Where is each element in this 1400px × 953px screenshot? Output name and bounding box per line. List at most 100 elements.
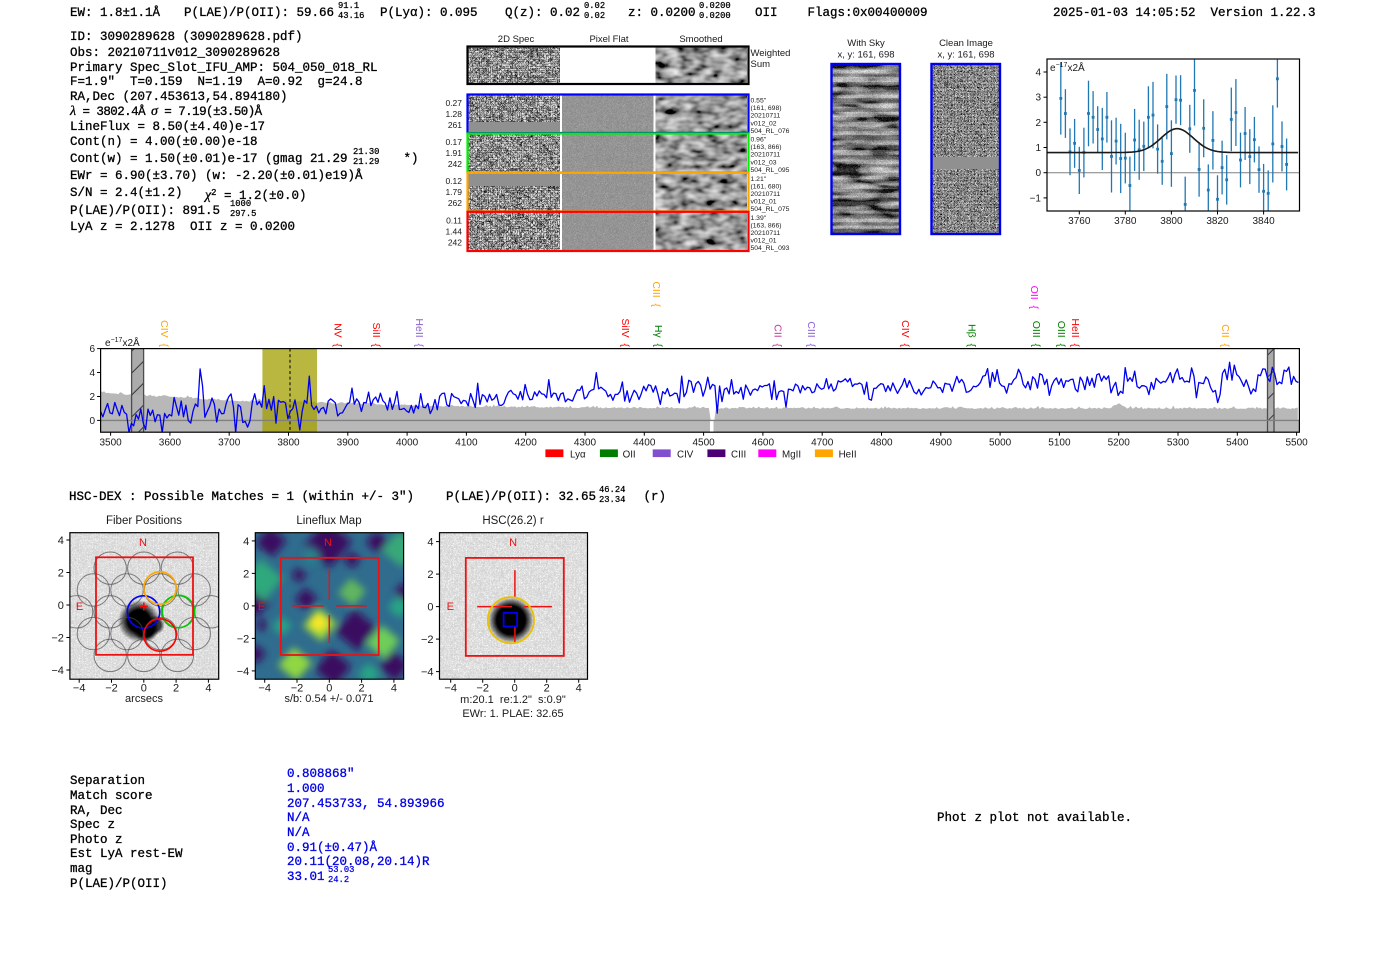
svg-text:20210711: 20210711: [751, 152, 781, 159]
svg-text:Fiber Positions: Fiber Positions: [106, 515, 182, 527]
svg-text:1.39": 1.39": [751, 215, 767, 222]
svg-text:5500: 5500: [1285, 438, 1308, 449]
svg-text:3600: 3600: [159, 438, 182, 449]
svg-text:CIV: CIV: [677, 449, 694, 460]
svg-text:v012_02: v012_02: [751, 120, 777, 127]
svg-text:−2: −2: [51, 633, 64, 645]
svg-text:5100: 5100: [1048, 438, 1071, 449]
svg-text:0: 0: [1035, 168, 1041, 179]
svg-text:NV {: NV {: [332, 323, 344, 347]
svg-text:262: 262: [448, 198, 462, 208]
svg-text:4300: 4300: [574, 438, 597, 449]
svg-text:−4: −4: [444, 683, 457, 695]
svg-text:3760: 3760: [1068, 216, 1091, 227]
svg-text:2: 2: [544, 683, 550, 695]
svg-text:4: 4: [576, 683, 582, 695]
svg-text:4: 4: [205, 683, 211, 695]
svg-text:x, y: 161, 698: x, y: 161, 698: [837, 50, 894, 61]
svg-text:2: 2: [89, 392, 95, 403]
svg-text:Lineflux Map: Lineflux Map: [296, 515, 361, 527]
svg-text:Clean Image: Clean Image: [939, 38, 993, 49]
svg-text:arcsecs: arcsecs: [125, 693, 163, 705]
svg-text:v012_03: v012_03: [751, 159, 777, 166]
svg-text:−2: −2: [237, 633, 250, 645]
svg-text:4700: 4700: [811, 438, 834, 449]
svg-text:3700: 3700: [218, 438, 241, 449]
svg-text:0: 0: [243, 601, 249, 613]
svg-text:0.17: 0.17: [445, 137, 462, 147]
svg-text:Hβ {: Hβ {: [966, 324, 978, 347]
svg-text:SiIV {: SiIV {: [619, 318, 631, 347]
svg-text:N: N: [139, 537, 147, 549]
svg-text:(161, 680): (161, 680): [751, 183, 782, 190]
svg-text:HeII: HeII: [839, 449, 857, 460]
svg-text:v012_01: v012_01: [751, 238, 777, 245]
svg-text:0: 0: [427, 602, 433, 614]
svg-text:6: 6: [89, 344, 95, 355]
svg-text:4: 4: [58, 535, 64, 547]
svg-text:504_RL_075: 504_RL_075: [751, 206, 790, 213]
svg-text:5300: 5300: [1167, 438, 1190, 449]
svg-text:Pixel Flat: Pixel Flat: [589, 34, 628, 45]
svg-text:3800: 3800: [277, 438, 300, 449]
svg-text:e−17x2Å: e−17x2Å: [1050, 61, 1085, 74]
svg-text:5400: 5400: [1226, 438, 1249, 449]
svg-text:1.28: 1.28: [445, 109, 462, 119]
svg-text:CII {: CII {: [1219, 324, 1231, 347]
svg-text:E: E: [447, 601, 454, 613]
svg-text:SiII {: SiII {: [370, 322, 382, 347]
svg-text:20210711: 20210711: [751, 191, 781, 198]
svg-text:Weighted: Weighted: [751, 48, 791, 59]
svg-text:(163, 866): (163, 866): [751, 222, 782, 229]
svg-text:HeII {: HeII {: [1069, 318, 1081, 347]
svg-text:261: 261: [448, 120, 462, 130]
svg-text:4400: 4400: [633, 438, 656, 449]
svg-text:5000: 5000: [989, 438, 1012, 449]
svg-text:3500: 3500: [99, 438, 122, 449]
svg-text:504_RL_095: 504_RL_095: [751, 167, 790, 174]
svg-text:504_RL_076: 504_RL_076: [751, 128, 790, 135]
svg-text:HeII {: HeII {: [413, 318, 425, 347]
svg-text:242: 242: [448, 159, 462, 169]
svg-text:1.21": 1.21": [751, 176, 767, 183]
svg-text:−4: −4: [421, 667, 434, 679]
svg-text:4900: 4900: [930, 438, 953, 449]
svg-text:−4: −4: [51, 665, 64, 677]
svg-text:0.11: 0.11: [446, 215, 462, 225]
svg-text:0: 0: [512, 683, 518, 695]
svg-text:3800: 3800: [1160, 216, 1183, 227]
svg-text:x, y: 161, 698: x, y: 161, 698: [937, 50, 994, 61]
svg-text:Smoothed: Smoothed: [679, 34, 722, 45]
svg-text:−2: −2: [421, 634, 434, 646]
svg-text:s/b: 0.54 +/- 0.071: s/b: 0.54 +/- 0.071: [285, 693, 374, 705]
svg-text:4600: 4600: [752, 438, 775, 449]
svg-text:OIII {: OIII {: [1030, 321, 1042, 348]
svg-text:−4: −4: [73, 683, 86, 695]
svg-text:4200: 4200: [515, 438, 538, 449]
svg-text:(161, 698): (161, 698): [751, 105, 782, 112]
svg-text:m:20.1 re:1.2" s:0.9": m:20.1 re:1.2" s:0.9": [460, 694, 566, 706]
svg-text:−4: −4: [258, 683, 271, 695]
svg-text:3820: 3820: [1206, 216, 1229, 227]
svg-text:CIII {: CIII {: [650, 281, 662, 307]
svg-text:242: 242: [448, 237, 462, 247]
svg-text:0: 0: [89, 416, 95, 427]
svg-text:CIII {: CIII {: [805, 321, 817, 347]
svg-text:E: E: [76, 601, 83, 613]
svg-text:Hγ {: Hγ {: [652, 325, 664, 348]
svg-text:Sum: Sum: [751, 59, 771, 70]
svg-text:4500: 4500: [692, 438, 715, 449]
svg-text:4: 4: [89, 368, 95, 379]
svg-text:20210711: 20210711: [751, 113, 781, 120]
svg-text:2D Spec: 2D Spec: [498, 34, 535, 45]
svg-text:504_RL_093: 504_RL_093: [751, 245, 790, 252]
svg-text:20210711: 20210711: [751, 230, 781, 237]
svg-text:OII {: OII {: [1028, 286, 1040, 310]
svg-text:HSC(26.2) r: HSC(26.2) r: [482, 515, 544, 527]
svg-text:0.55": 0.55": [751, 98, 767, 105]
svg-text:4800: 4800: [870, 438, 893, 449]
svg-text:0.27: 0.27: [445, 98, 462, 108]
svg-text:2: 2: [243, 568, 249, 580]
svg-text:Lyα: Lyα: [570, 449, 586, 460]
svg-text:3: 3: [1035, 93, 1041, 104]
